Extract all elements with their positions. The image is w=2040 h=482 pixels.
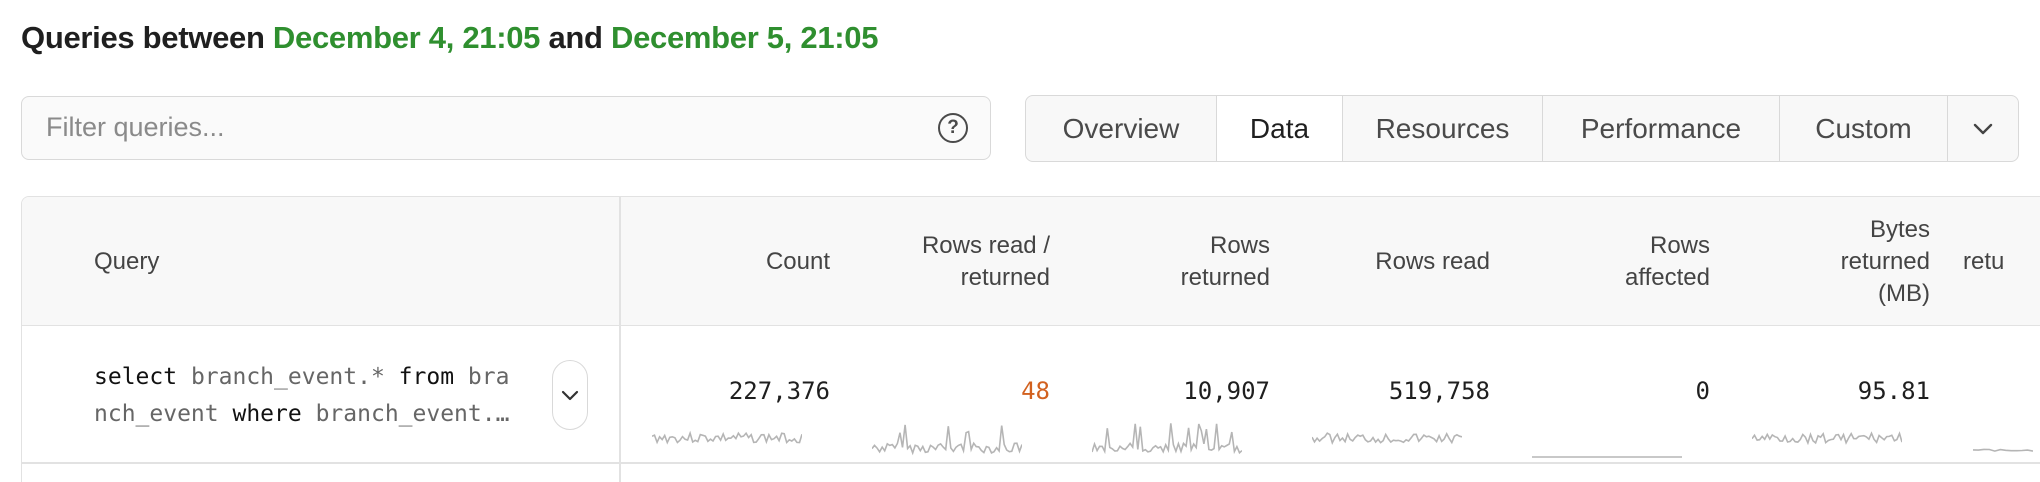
filter-box: ? bbox=[21, 96, 991, 160]
bytes-returned-sparkline bbox=[1752, 431, 1902, 446]
column-header-next[interactable]: retu bbox=[1963, 197, 2023, 326]
row-divider bbox=[22, 462, 2040, 464]
rows-affected-sparkline bbox=[1532, 456, 1682, 458]
chevron-down-icon bbox=[1973, 123, 1993, 134]
tab-data[interactable]: Data bbox=[1217, 96, 1343, 161]
tab-custom[interactable]: Custom bbox=[1780, 96, 1948, 161]
rows-returned-sparkline bbox=[1092, 423, 1242, 455]
count-value: 227,376 bbox=[728, 377, 830, 405]
bytes-returned-value: 95.81 bbox=[1857, 377, 1930, 405]
view-tabs: Overview Data Resources Performance Cust… bbox=[1025, 95, 2019, 162]
filter-queries-input[interactable] bbox=[46, 97, 926, 158]
title-prefix: Queries between bbox=[21, 20, 265, 55]
column-header-rows-returned[interactable]: Rows returned bbox=[1062, 197, 1270, 326]
count-sparkline bbox=[652, 430, 802, 445]
query-text[interactable]: select branch_event.* from bra nch_event… bbox=[94, 359, 554, 433]
column-divider bbox=[619, 197, 621, 482]
tab-performance[interactable]: Performance bbox=[1543, 96, 1780, 161]
column-header-bytes-returned[interactable]: Bytes returned (MB) bbox=[1722, 197, 1930, 326]
column-header-rows-read[interactable]: Rows read bbox=[1282, 197, 1490, 326]
page-title: Queries between December 4, 21:05 and De… bbox=[21, 20, 878, 56]
column-header-rows-read-returned[interactable]: Rows read / returned bbox=[842, 197, 1050, 326]
title-middle: and bbox=[548, 20, 603, 55]
tabs-menu-button[interactable] bbox=[1948, 96, 2018, 161]
column-header-rows-affected[interactable]: Rows affected bbox=[1502, 197, 1710, 326]
rows-affected-value: 0 bbox=[1695, 377, 1710, 405]
rows-read-returned-value: 48 bbox=[1021, 377, 1050, 405]
expand-query-button[interactable] bbox=[552, 360, 588, 430]
rows-returned-value: 10,907 bbox=[1183, 377, 1270, 405]
table-header: Query Count Rows read / returned Rows retu… bbox=[22, 197, 2040, 326]
queries-table: Query Count Rows read / returned Rows retu… bbox=[21, 196, 2040, 482]
start-date[interactable]: December 4, 21:05 bbox=[273, 20, 540, 55]
rows-read-returned-sparkline bbox=[872, 424, 1022, 456]
chevron-down-icon bbox=[561, 390, 579, 400]
next-column-sparkline bbox=[1973, 448, 2033, 452]
column-header-query[interactable]: Query bbox=[94, 197, 394, 326]
rows-read-value: 519,758 bbox=[1388, 377, 1490, 405]
column-header-count[interactable]: Count bbox=[642, 197, 830, 326]
tab-overview[interactable]: Overview bbox=[1026, 96, 1217, 161]
question-circle-icon[interactable]: ? bbox=[938, 113, 968, 143]
end-date[interactable]: December 5, 21:05 bbox=[611, 20, 878, 55]
tab-resources[interactable]: Resources bbox=[1343, 96, 1543, 161]
rows-read-sparkline bbox=[1312, 431, 1462, 445]
